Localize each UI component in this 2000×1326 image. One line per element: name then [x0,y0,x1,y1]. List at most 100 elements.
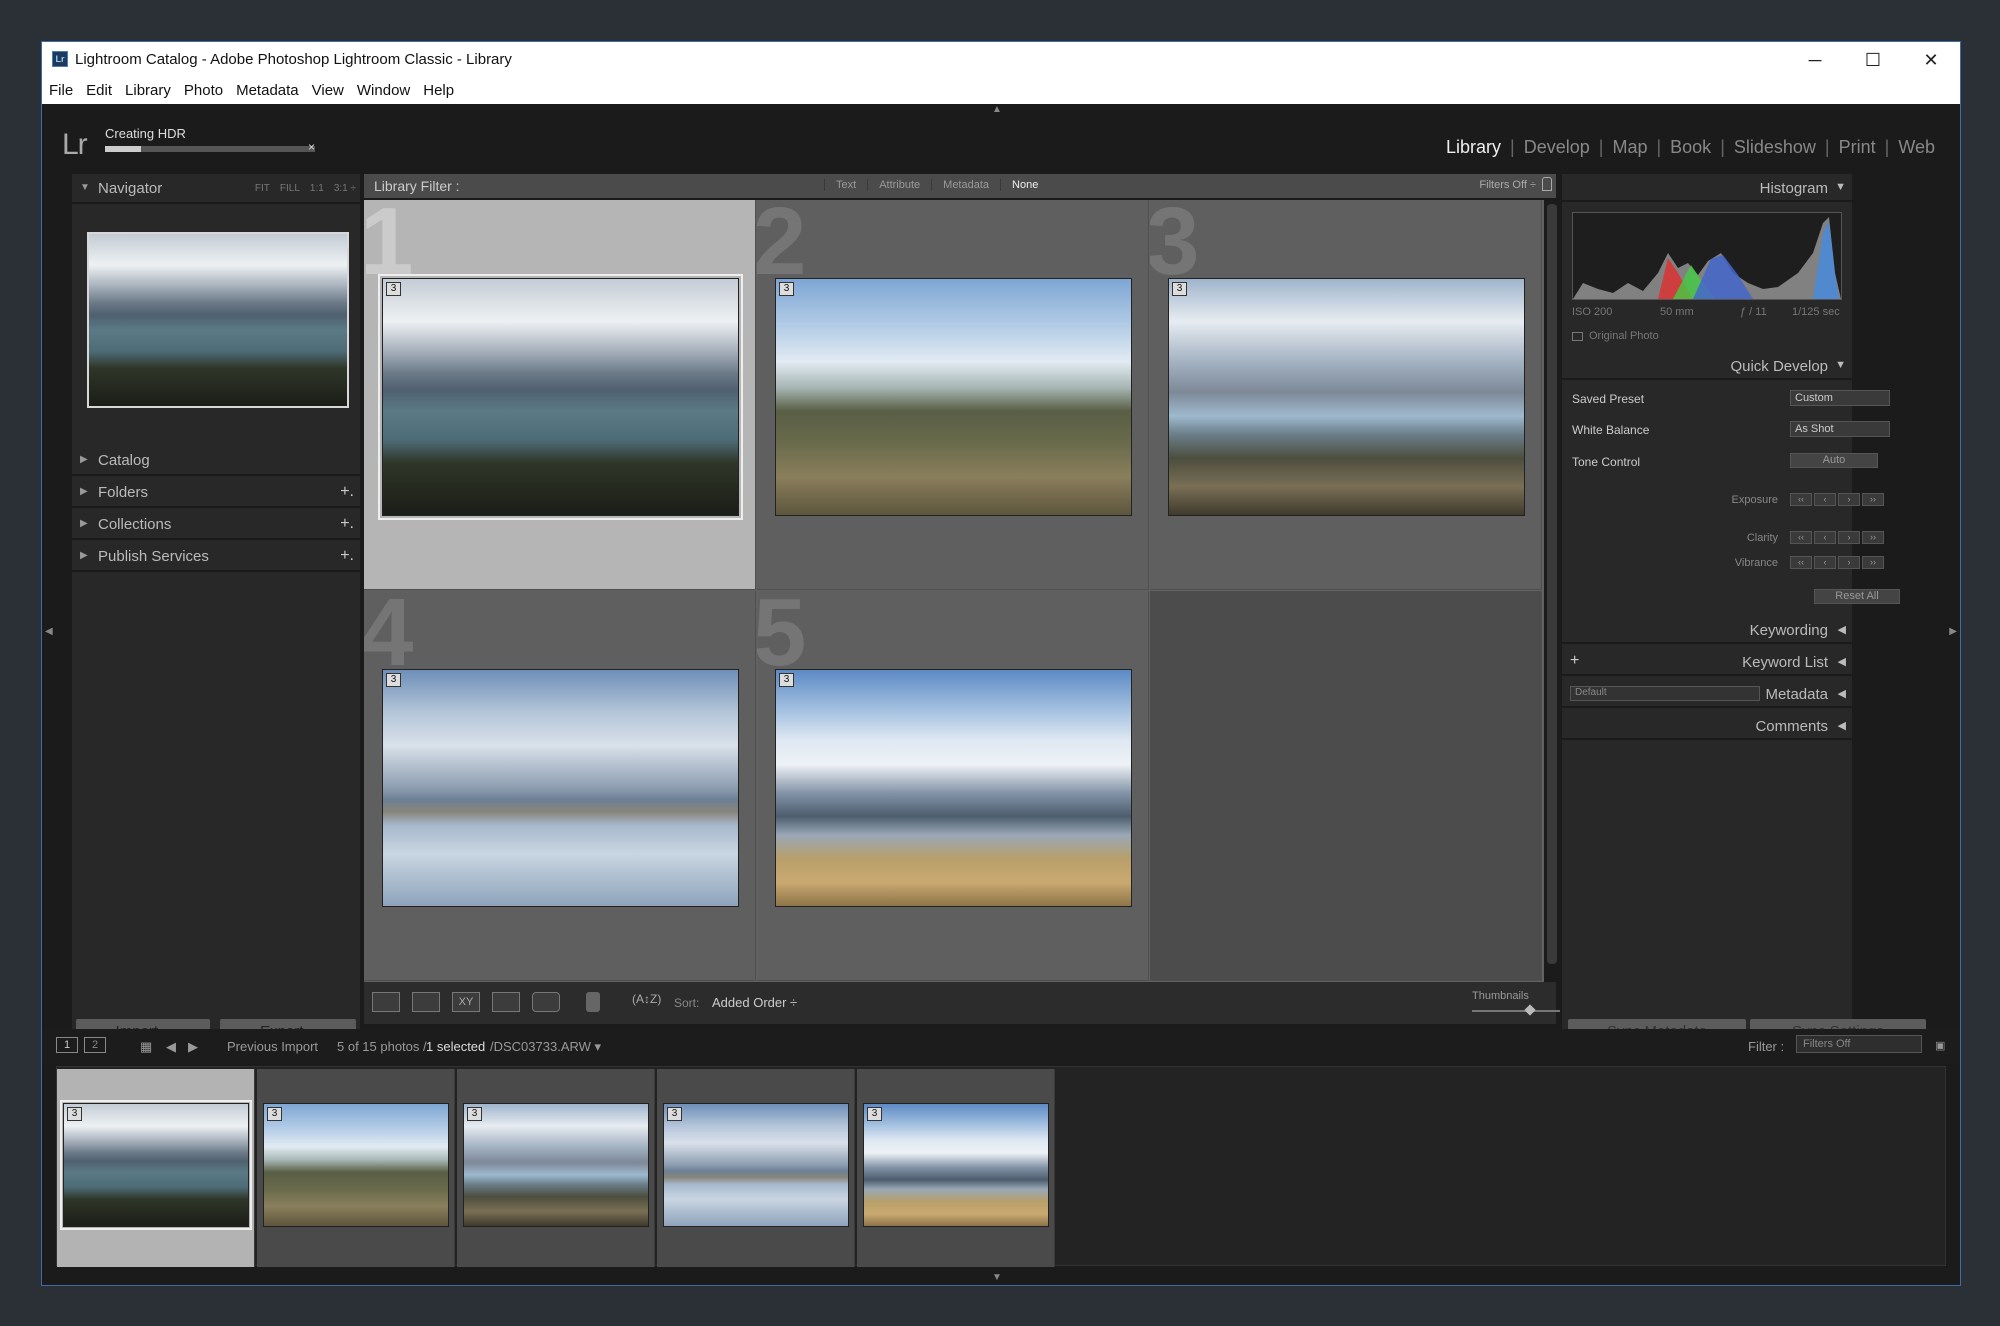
stack-badge[interactable]: 3 [667,1107,682,1121]
quick-develop-header[interactable]: Quick Develop ▼ [1562,352,1852,380]
clarity-increase-large[interactable]: ›› [1862,531,1884,544]
grid-cell[interactable]: 5 3 [757,591,1149,981]
metadata-header[interactable]: Default Metadata ◀ [1562,680,1852,708]
menu-photo[interactable]: Photo [177,78,229,99]
menu-window[interactable]: Window [350,78,416,99]
compare-view-icon[interactable]: XY [452,992,480,1012]
add-folder-icon[interactable]: +. [340,483,354,501]
filmstrip-thumbnail[interactable] [663,1103,849,1227]
filmstrip-thumbnail[interactable] [863,1103,1049,1227]
survey-view-icon[interactable] [492,992,520,1012]
zoom-3-1[interactable]: 3:1 [334,183,348,194]
thumbnail-slider-handle[interactable] [1524,1004,1536,1016]
stack-badge[interactable]: 3 [386,673,401,687]
menu-library[interactable]: Library [118,78,177,99]
filters-off-dropdown[interactable]: Filters Off ÷ [1479,179,1536,191]
stack-badge[interactable]: 3 [467,1107,482,1121]
minimize-button[interactable]: ─ [1786,42,1844,78]
filmstrip-cell[interactable]: 3 [657,1069,855,1267]
checkbox-icon[interactable] [1572,331,1583,341]
grid-cell[interactable]: 4 3 [364,591,756,981]
selected-file-name[interactable]: /DSC03733.ARW ▾ [490,1039,601,1055]
filmstrip-cell[interactable]: 3 [457,1069,655,1267]
spray-can-icon[interactable] [586,992,600,1012]
main-window-button[interactable]: 1 [56,1037,78,1053]
navigator-preview[interactable] [87,232,349,408]
module-slideshow[interactable]: Slideshow [1725,137,1825,157]
exposure-decrease-large[interactable]: ‹‹ [1790,493,1812,506]
close-button[interactable]: ✕ [1902,42,1960,78]
menu-metadata[interactable]: Metadata [229,78,305,99]
module-web[interactable]: Web [1889,137,1944,157]
vibrance-increase[interactable]: › [1838,556,1860,569]
stack-badge[interactable]: 3 [67,1107,82,1121]
navigator-header[interactable]: ▼ Navigator FIT FILL 1:1 3:1 ÷ [72,174,360,204]
histogram-header[interactable]: Histogram ▼ [1562,174,1852,202]
forward-arrow-icon[interactable]: ▶ [188,1039,198,1055]
lock-icon[interactable] [1542,177,1552,191]
grid-cell[interactable]: 1 3 [364,200,756,590]
reset-all-button[interactable]: Reset All [1814,589,1900,604]
publish-services-panel-header[interactable]: ▶ Publish Services +. [72,542,360,572]
collapse-right-panel-icon[interactable]: ▶ [1949,626,1957,637]
grid-view-icon[interactable] [372,992,400,1012]
cancel-activity-icon[interactable]: × [308,140,315,154]
zoom-1-1[interactable]: 1:1 [310,183,324,194]
vibrance-increase-large[interactable]: ›› [1862,556,1884,569]
add-keyword-icon[interactable]: + [1570,652,1579,670]
filmstrip-thumbnail[interactable] [263,1103,449,1227]
zoom-fill[interactable]: FILL [280,183,300,194]
stack-badge[interactable]: 3 [386,282,401,296]
second-window-button[interactable]: 2 [84,1037,106,1053]
clarity-decrease-large[interactable]: ‹‹ [1790,531,1812,544]
photo-thumbnail[interactable] [1168,278,1525,516]
clarity-decrease[interactable]: ‹ [1814,531,1836,544]
metadata-preset-dropdown[interactable]: Default [1570,686,1760,701]
filter-attribute[interactable]: Attribute [867,179,932,191]
collapse-filmstrip-icon[interactable]: ▼ [992,1272,1002,1283]
filmstrip-cell[interactable]: 3 [57,1069,255,1267]
stack-badge[interactable]: 3 [267,1107,282,1121]
sort-direction-icon[interactable]: (A↕Z) [632,992,662,1012]
module-print[interactable]: Print [1830,137,1885,157]
folders-panel-header[interactable]: ▶ Folders +. [72,478,360,508]
module-map[interactable]: Map [1603,137,1656,157]
keyword-list-header[interactable]: + Keyword List ◀ [1562,648,1852,676]
sort-order-dropdown[interactable]: Added Order ÷ [712,995,797,1010]
vibrance-decrease[interactable]: ‹ [1814,556,1836,569]
zoom-fit[interactable]: FIT [255,183,270,194]
vibrance-decrease-large[interactable]: ‹‹ [1790,556,1812,569]
menu-edit[interactable]: Edit [79,78,118,99]
stack-badge[interactable]: 3 [1172,282,1187,296]
clarity-increase[interactable]: › [1838,531,1860,544]
exposure-decrease[interactable]: ‹ [1814,493,1836,506]
photo-thumbnail[interactable] [378,274,743,520]
thumbnail-size-slider[interactable] [1472,1010,1560,1012]
loupe-view-icon[interactable] [412,992,440,1012]
stack-badge[interactable]: 3 [779,673,794,687]
stack-badge[interactable]: 3 [779,282,794,296]
back-arrow-icon[interactable]: ◀ [166,1039,176,1055]
catalog-panel-header[interactable]: ▶ Catalog [72,446,360,476]
module-library[interactable]: Library [1437,137,1510,157]
collections-panel-header[interactable]: ▶ Collections +. [72,510,360,540]
original-photo-toggle[interactable]: Original Photo [1572,330,1659,342]
filmstrip-thumbnail[interactable] [60,1100,252,1230]
saved-preset-dropdown[interactable]: Custom [1790,390,1890,406]
filter-text[interactable]: Text [824,179,868,191]
auto-tone-button[interactable]: Auto [1790,453,1878,468]
add-collection-icon[interactable]: +. [340,515,354,533]
grid-cell[interactable]: 2 3 [757,200,1149,590]
people-view-icon[interactable] [532,992,560,1012]
filter-metadata[interactable]: Metadata [931,179,1001,191]
menu-help[interactable]: Help [416,78,460,99]
filter-none[interactable]: None [1000,179,1050,191]
grid-cell[interactable]: 3 3 [1150,200,1542,590]
photo-thumbnail[interactable] [775,278,1132,516]
filmstrip-cell[interactable]: 3 [257,1069,455,1267]
module-develop[interactable]: Develop [1515,137,1599,157]
grid-shortcut-icon[interactable]: ▦ [140,1039,152,1055]
white-balance-dropdown[interactable]: As Shot [1790,421,1890,437]
photo-thumbnail[interactable] [775,669,1132,907]
filmstrip-cell[interactable]: 3 [857,1069,1055,1267]
